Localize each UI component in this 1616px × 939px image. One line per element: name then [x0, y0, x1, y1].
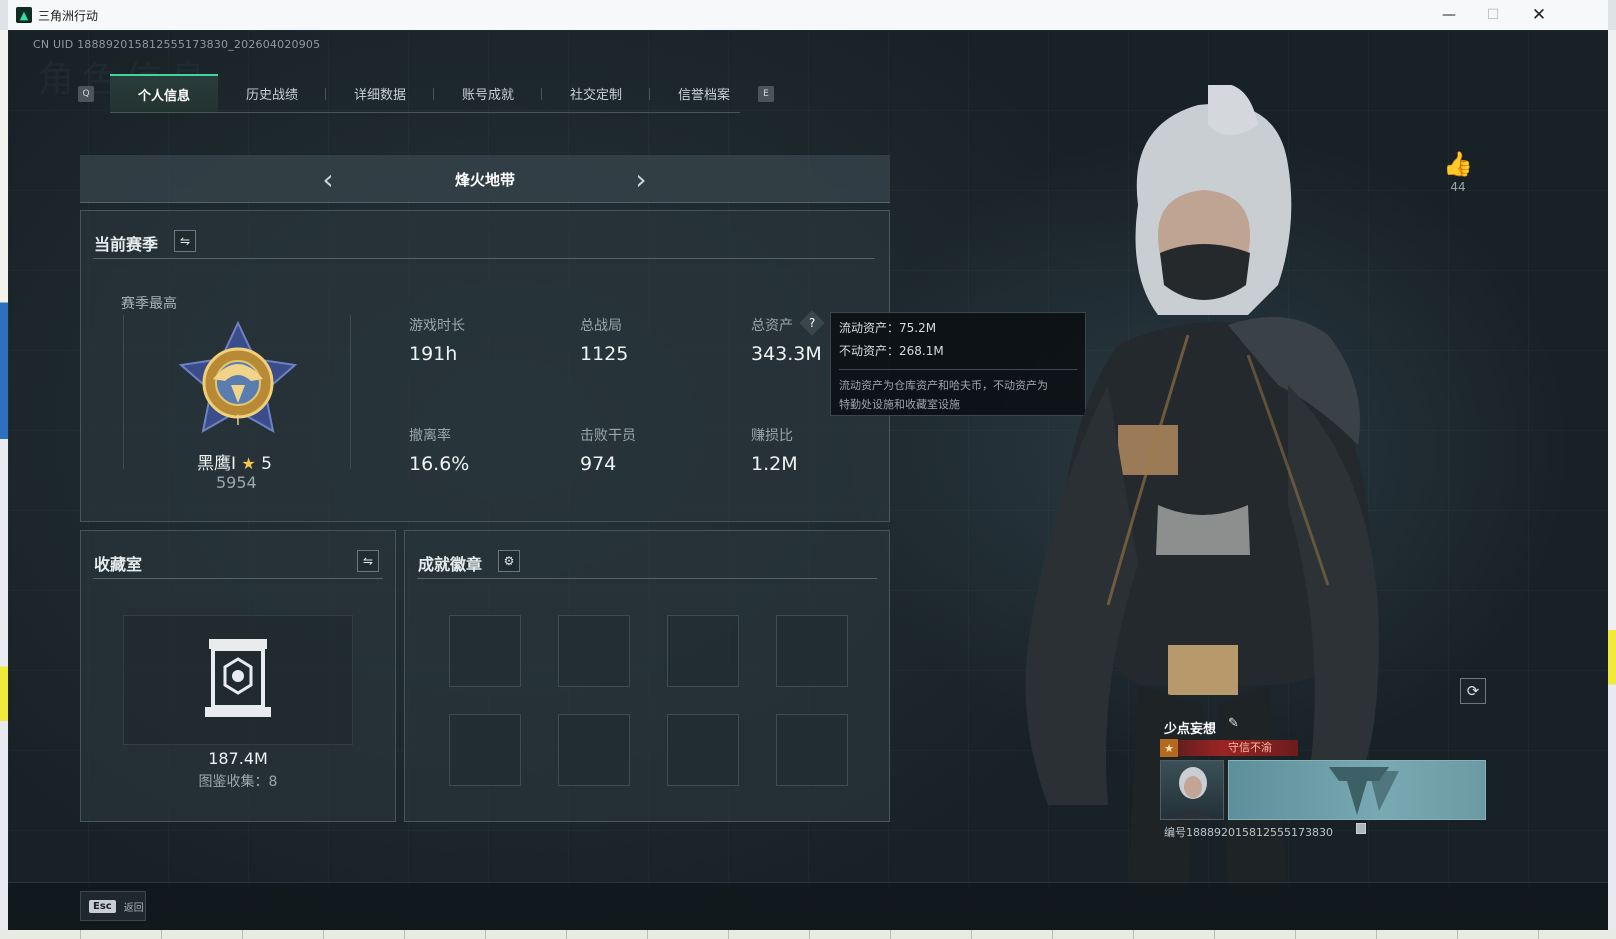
- divider: [93, 578, 383, 579]
- maximize-icon[interactable]: ☐: [1470, 0, 1516, 30]
- close-icon[interactable]: ✕: [1516, 0, 1562, 30]
- season-panel: 当前赛季 ⇋ 赛季最高 I 黑鹰I ★ 5 5954 游戏时长 191h 总战局…: [80, 210, 890, 522]
- badge-slot[interactable]: [558, 714, 630, 786]
- player-id: 编号188892015812555173830: [1164, 826, 1333, 839]
- stat-profit-loss: 赚损比 1.2M: [751, 428, 798, 475]
- gear-icon[interactable]: ⚙: [498, 550, 520, 572]
- avatar: [1160, 760, 1224, 820]
- thumbs-up-icon[interactable]: 👍: [1440, 150, 1476, 178]
- mode-selector: ‹ 烽火地带 ›: [80, 155, 890, 203]
- stat-extraction-rate: 撤离率 16.6%: [409, 428, 470, 475]
- chevron-right-icon[interactable]: ›: [623, 161, 659, 197]
- badge-slot[interactable]: [776, 714, 848, 786]
- desktop-strip-left: [0, 30, 8, 939]
- achievements-panel: 成就徽章 ⚙: [404, 530, 890, 822]
- e-key-hint[interactable]: E: [758, 86, 774, 102]
- like-count: 44: [1450, 180, 1466, 194]
- svg-text:I: I: [236, 413, 240, 429]
- swap-icon[interactable]: ⇋: [174, 230, 196, 252]
- tab-bar: Q 个人信息 历史战绩 详细数据 账号成就 社交定制 信誉档案 E: [78, 74, 774, 113]
- tab-underline: [110, 112, 740, 113]
- stat-operators-defeated: 击败干员 974: [580, 428, 636, 475]
- tab-account-achievements[interactable]: 账号成就: [434, 74, 542, 112]
- minimize-icon[interactable]: —: [1426, 0, 1472, 30]
- rank-name: 黑鹰I: [197, 454, 237, 474]
- mode-title: 烽火地带: [454, 171, 515, 189]
- copy-icon[interactable]: [1356, 823, 1366, 834]
- rank-mark-icon: ★: [1160, 739, 1178, 757]
- player-name: 少点妄想: [1164, 722, 1217, 737]
- like-widget[interactable]: 👍 44: [1440, 150, 1476, 194]
- tab-reputation[interactable]: 信誉档案: [650, 74, 758, 112]
- badge-slot[interactable]: [776, 615, 848, 687]
- season-panel-title: 当前赛季: [94, 235, 159, 254]
- player-card: 少点妄想 ✎ 守信不渝 ★ 编号188892015812555173830: [1160, 716, 1486, 839]
- badge-slot[interactable]: [667, 714, 739, 786]
- delta-logo-icon: ▲: [16, 7, 32, 23]
- badge-slot[interactable]: [667, 615, 739, 687]
- stat-total-matches: 总战局 1125: [580, 318, 629, 365]
- collection-panel: 收藏室 ⇋ 187.4M 图鉴收集：8: [80, 530, 396, 822]
- title-bar: ▲ 三角洲行动 — ☐ ✕: [8, 0, 1608, 30]
- badge-slot[interactable]: [449, 714, 521, 786]
- collection-count: 图鉴收集：8: [198, 774, 278, 790]
- collection-cabinet-icon: [205, 639, 271, 717]
- rank-stars: 5: [261, 454, 272, 474]
- tab-social-customization[interactable]: 社交定制: [542, 74, 650, 112]
- edit-icon[interactable]: ✎: [1228, 716, 1239, 731]
- collection-panel-title: 收藏室: [94, 555, 143, 574]
- desktop-strip-right: [1608, 30, 1616, 939]
- back-button[interactable]: Esc 返回: [80, 891, 146, 921]
- collection-value: 187.4M: [208, 749, 268, 768]
- reputation-ribbon: 守信不渝: [1170, 740, 1298, 756]
- rank-name-row: 黑鹰I ★ 5: [197, 449, 272, 474]
- game-window: ▲ 三角洲行动 — ☐ ✕ 角色信息 CN UID 18889201581255…: [8, 0, 1608, 930]
- reputation-tag: 守信不渝: [1228, 741, 1272, 754]
- game-viewport: 角色信息 CN UID 188892015812555173830_202604…: [8, 30, 1608, 930]
- esc-key-icon: Esc: [89, 899, 116, 913]
- rotate-icon[interactable]: ⟳: [1460, 678, 1486, 704]
- swap-icon[interactable]: ⇋: [357, 550, 379, 572]
- tab-match-history[interactable]: 历史战绩: [218, 74, 326, 112]
- bottom-bar: Esc 返回: [8, 882, 1608, 930]
- badge-slot[interactable]: [449, 615, 521, 687]
- season-best-label: 赛季最高: [121, 296, 177, 312]
- divider: [93, 258, 875, 259]
- rank-score: 5954: [216, 473, 257, 492]
- star-icon: ★: [241, 454, 256, 473]
- stat-play-time: 游戏时长 191h: [409, 318, 465, 365]
- window-title: 三角洲行动: [38, 8, 99, 23]
- back-label: 返回: [123, 902, 144, 914]
- tab-personal-info[interactable]: 个人信息: [110, 74, 218, 112]
- q-key-hint[interactable]: Q: [78, 86, 94, 102]
- achievements-panel-title: 成就徽章: [418, 555, 483, 574]
- tab-detailed-data[interactable]: 详细数据: [326, 74, 434, 112]
- tabs: 个人信息 历史战绩 详细数据 账号成就 社交定制 信誉档案: [110, 74, 758, 112]
- divider: [417, 578, 877, 579]
- uid-text: CN UID 188892015812555173830_20260402090…: [33, 38, 321, 51]
- badge-slot[interactable]: [558, 615, 630, 687]
- player-banner: [1228, 760, 1486, 820]
- rank-emblem-icon: I: [178, 320, 298, 433]
